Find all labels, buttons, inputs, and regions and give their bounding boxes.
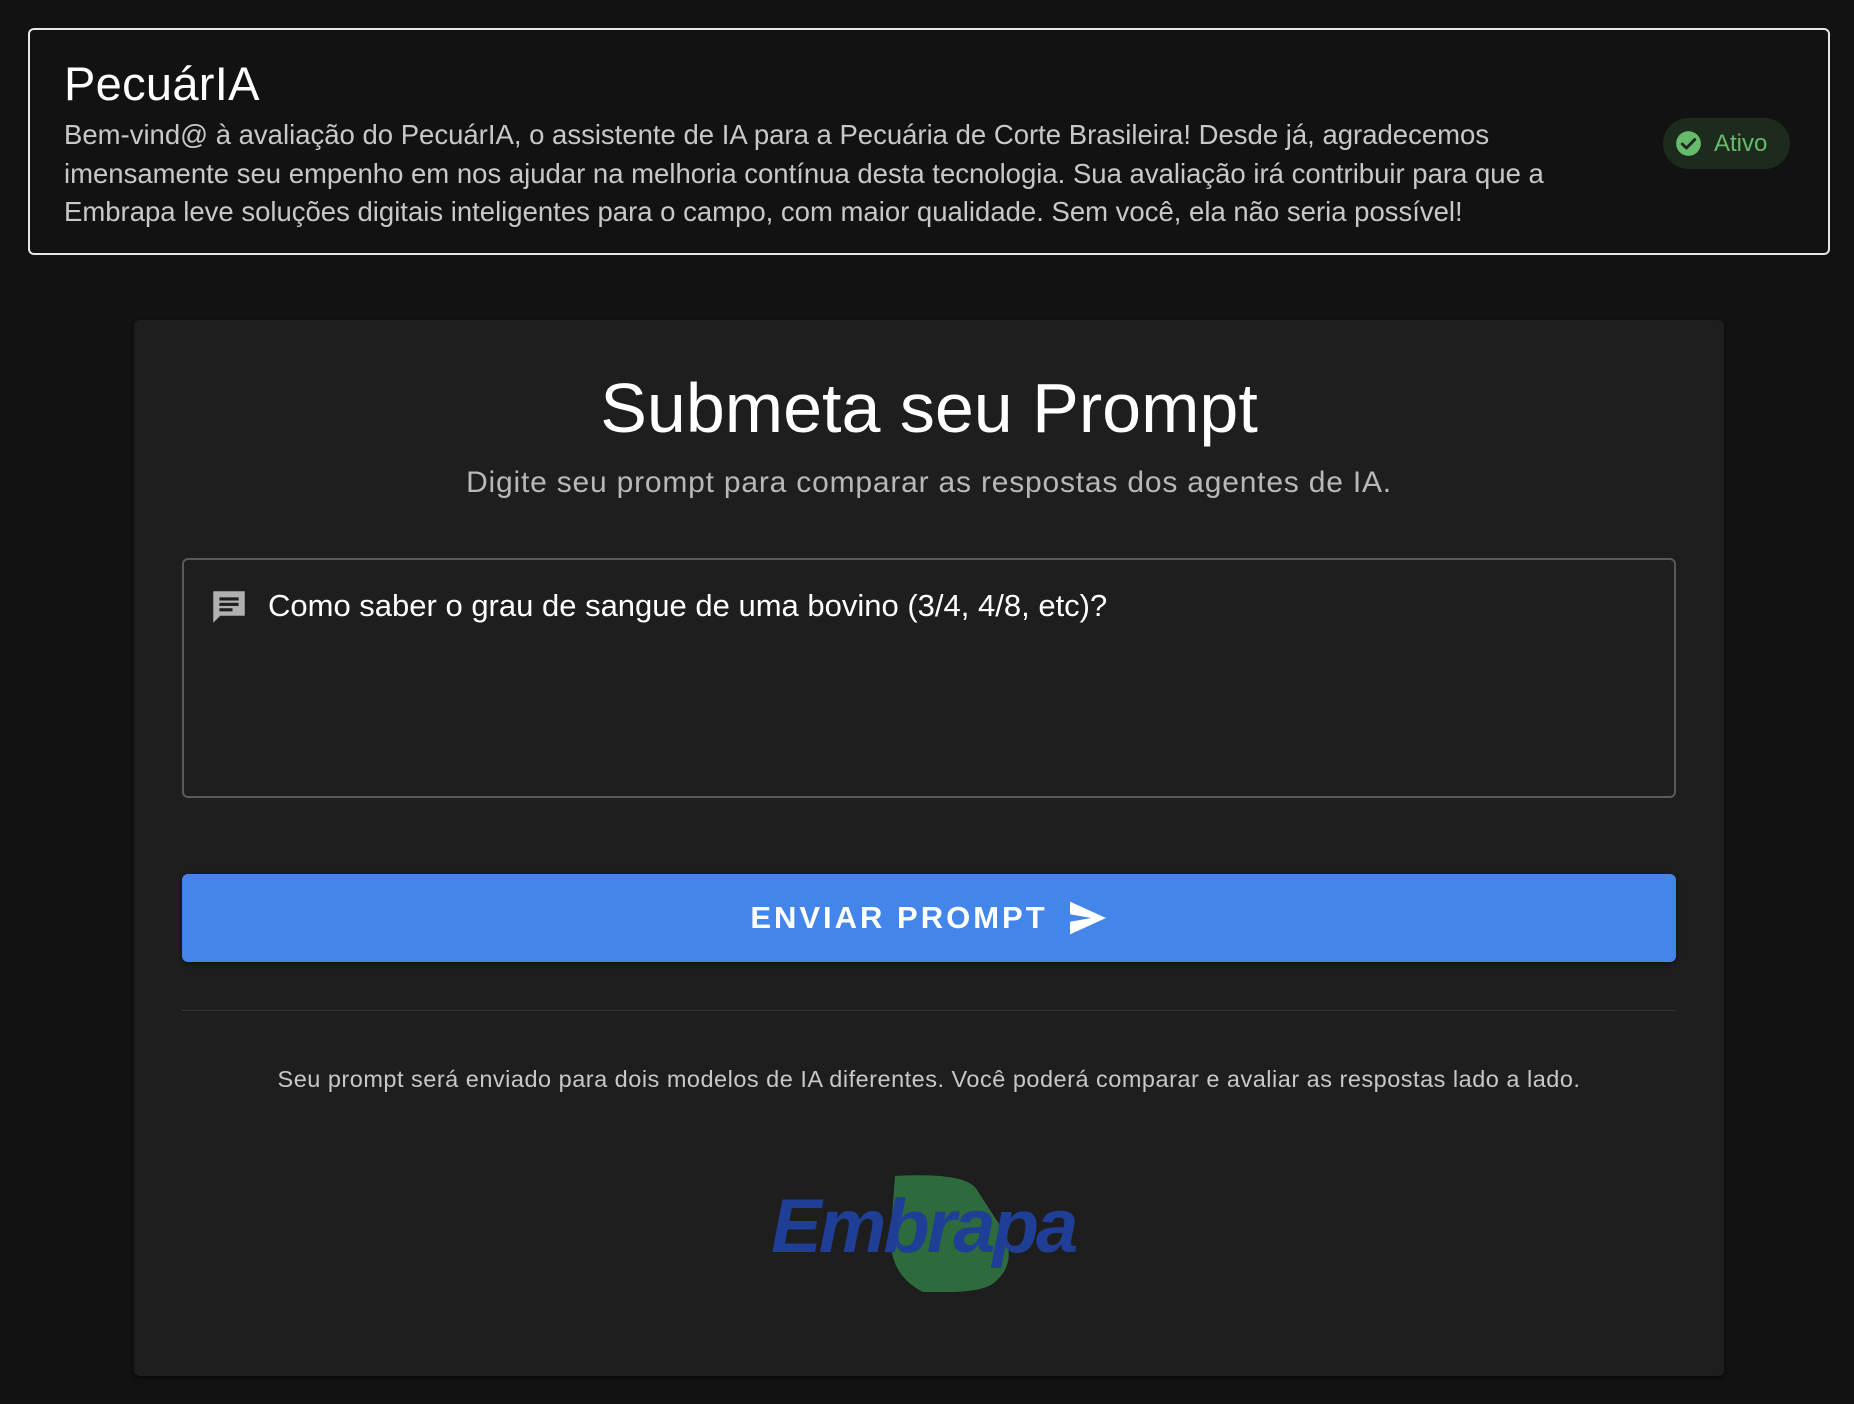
check-circle-icon <box>1676 131 1701 156</box>
page-title: Submeta seu Prompt <box>600 369 1258 447</box>
prompt-field[interactable]: Como saber o grau de sangue de uma bovin… <box>182 558 1676 798</box>
send-icon <box>1069 901 1106 935</box>
logo-wordmark: Embrapa <box>771 1184 1077 1269</box>
page: PecuárIA Bem-vind@ à avaliação do Pecuár… <box>0 0 1854 1404</box>
chat-icon <box>213 591 245 623</box>
prompt-input[interactable]: Como saber o grau de sangue de uma bovin… <box>268 586 1648 626</box>
welcome-banner: PecuárIA Bem-vind@ à avaliação do Pecuár… <box>28 28 1830 255</box>
send-button-label: ENVIAR PROMPT <box>750 900 1048 935</box>
app-title: PecuárIA <box>64 57 260 110</box>
page-subtitle: Digite seu prompt para comparar as respo… <box>466 466 1392 499</box>
status-badge: Ativo <box>1663 118 1790 169</box>
info-note: Seu prompt será enviado para dois modelo… <box>277 1066 1581 1092</box>
embrapa-logo: Embrapa <box>771 1175 1080 1292</box>
status-label: Ativo <box>1714 129 1768 157</box>
send-prompt-button[interactable]: ENVIAR PROMPT <box>182 874 1676 962</box>
divider <box>182 1010 1676 1011</box>
prompt-card: Submeta seu Prompt Digite seu prompt par… <box>134 320 1724 1376</box>
welcome-message: Bem-vind@ à avaliação do PecuárIA, o ass… <box>64 119 1544 227</box>
